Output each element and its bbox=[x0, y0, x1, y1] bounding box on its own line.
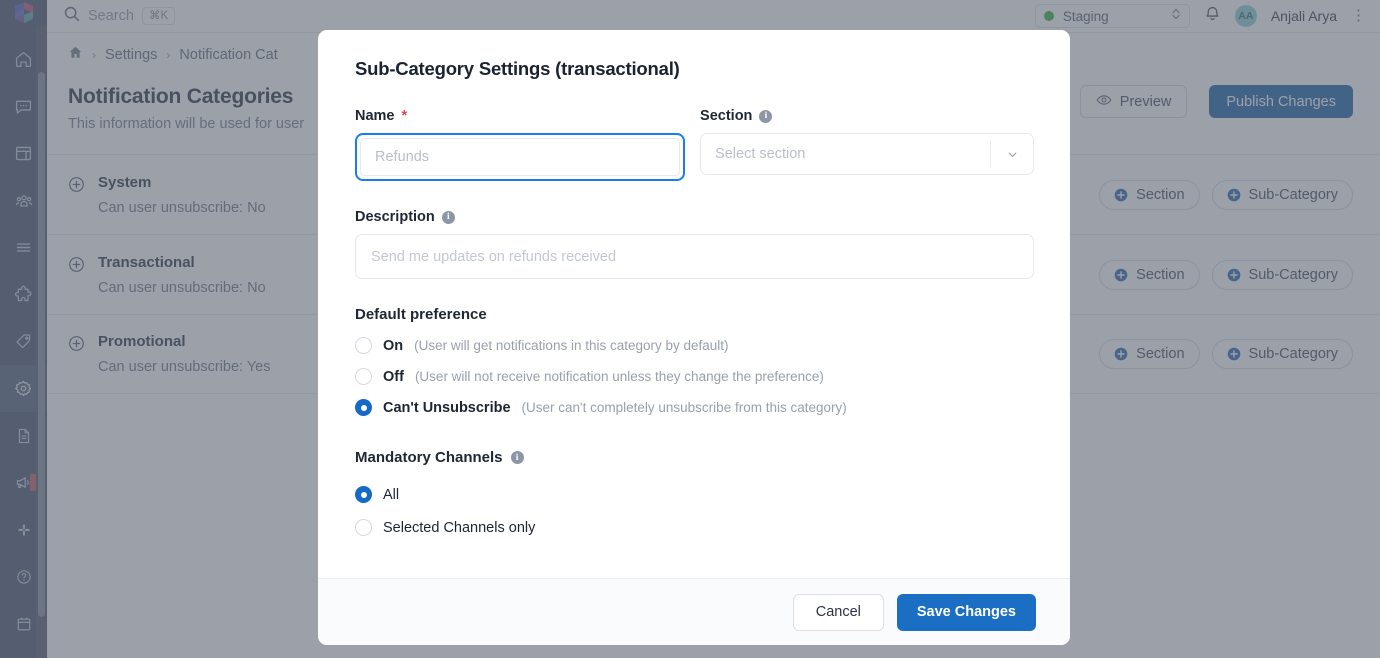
radio-option-on[interactable]: On (User will get notifications in this … bbox=[355, 337, 1034, 354]
info-icon[interactable]: i bbox=[441, 210, 455, 224]
subcategory-settings-dialog: Sub-Category Settings (transactional) Na… bbox=[318, 30, 1070, 645]
section-field-group: Section i Select section bbox=[700, 108, 1034, 181]
radio-label: On bbox=[383, 337, 404, 354]
section-select[interactable]: Select section bbox=[700, 133, 1034, 175]
mandatory-channels-title-text: Mandatory Channels bbox=[355, 449, 503, 466]
radio-button[interactable] bbox=[355, 337, 372, 354]
radio-hint: (User will not receive notification unle… bbox=[414, 369, 824, 384]
section-label-text: Section bbox=[700, 108, 753, 124]
radio-hint: (User can't completely unsubscribe from … bbox=[521, 400, 847, 415]
radio-button-selected[interactable] bbox=[355, 399, 372, 416]
description-label: Description i bbox=[355, 209, 1034, 225]
default-preference-title: Default preference bbox=[355, 306, 487, 323]
save-changes-button[interactable]: Save Changes bbox=[896, 593, 1036, 631]
chevron-down-icon[interactable] bbox=[991, 148, 1033, 161]
radio-label: All bbox=[383, 486, 400, 503]
radio-button-selected[interactable] bbox=[355, 486, 372, 503]
dialog-footer: Cancel Save Changes bbox=[318, 578, 1070, 645]
mandatory-channels-title: Mandatory Channels i bbox=[355, 449, 1034, 466]
radio-option-off[interactable]: Off (User will not receive notification … bbox=[355, 368, 1034, 385]
name-field-group: Name * Refunds bbox=[355, 108, 686, 181]
radio-label: Selected Channels only bbox=[383, 519, 536, 536]
description-label-text: Description bbox=[355, 209, 435, 225]
radio-label: Off bbox=[383, 368, 404, 385]
description-field-group: Description i Send me updates on refunds… bbox=[355, 209, 1034, 279]
radio-hint: (User will get notifications in this cat… bbox=[414, 338, 729, 353]
description-input[interactable]: Send me updates on refunds received bbox=[355, 234, 1034, 279]
radio-option-selected-channels[interactable]: Selected Channels only bbox=[355, 519, 1034, 536]
default-preference-group: Default preference On (User will get not… bbox=[355, 306, 1034, 416]
radio-label: Can't Unsubscribe bbox=[383, 399, 511, 416]
name-input[interactable]: Refunds bbox=[360, 138, 681, 176]
name-input-focus-ring: Refunds bbox=[355, 133, 686, 181]
app-root: Search ⌘K Staging bbox=[0, 0, 1380, 658]
dialog-title: Sub-Category Settings (transactional) bbox=[355, 58, 680, 79]
dialog-body: Sub-Category Settings (transactional) Na… bbox=[318, 30, 1070, 578]
name-label: Name * bbox=[355, 108, 685, 124]
required-marker: * bbox=[401, 108, 408, 124]
section-select-value: Select section bbox=[715, 146, 806, 162]
radio-button[interactable] bbox=[355, 368, 372, 385]
description-row: Description i Send me updates on refunds… bbox=[355, 209, 1034, 279]
radio-option-cant-unsubscribe[interactable]: Can't Unsubscribe (User can't completely… bbox=[355, 399, 1034, 416]
cancel-button[interactable]: Cancel bbox=[792, 593, 884, 631]
name-section-row: Name * Refunds Section i Select section bbox=[355, 108, 1034, 181]
section-label: Section i bbox=[700, 108, 1034, 124]
name-label-text: Name bbox=[355, 108, 395, 124]
info-icon[interactable]: i bbox=[510, 451, 524, 464]
info-icon[interactable]: i bbox=[759, 109, 773, 123]
radio-option-all-channels[interactable]: All bbox=[355, 486, 1034, 503]
mandatory-channels-group: Mandatory Channels i All Selected Channe… bbox=[355, 449, 1034, 536]
radio-button[interactable] bbox=[355, 519, 372, 536]
